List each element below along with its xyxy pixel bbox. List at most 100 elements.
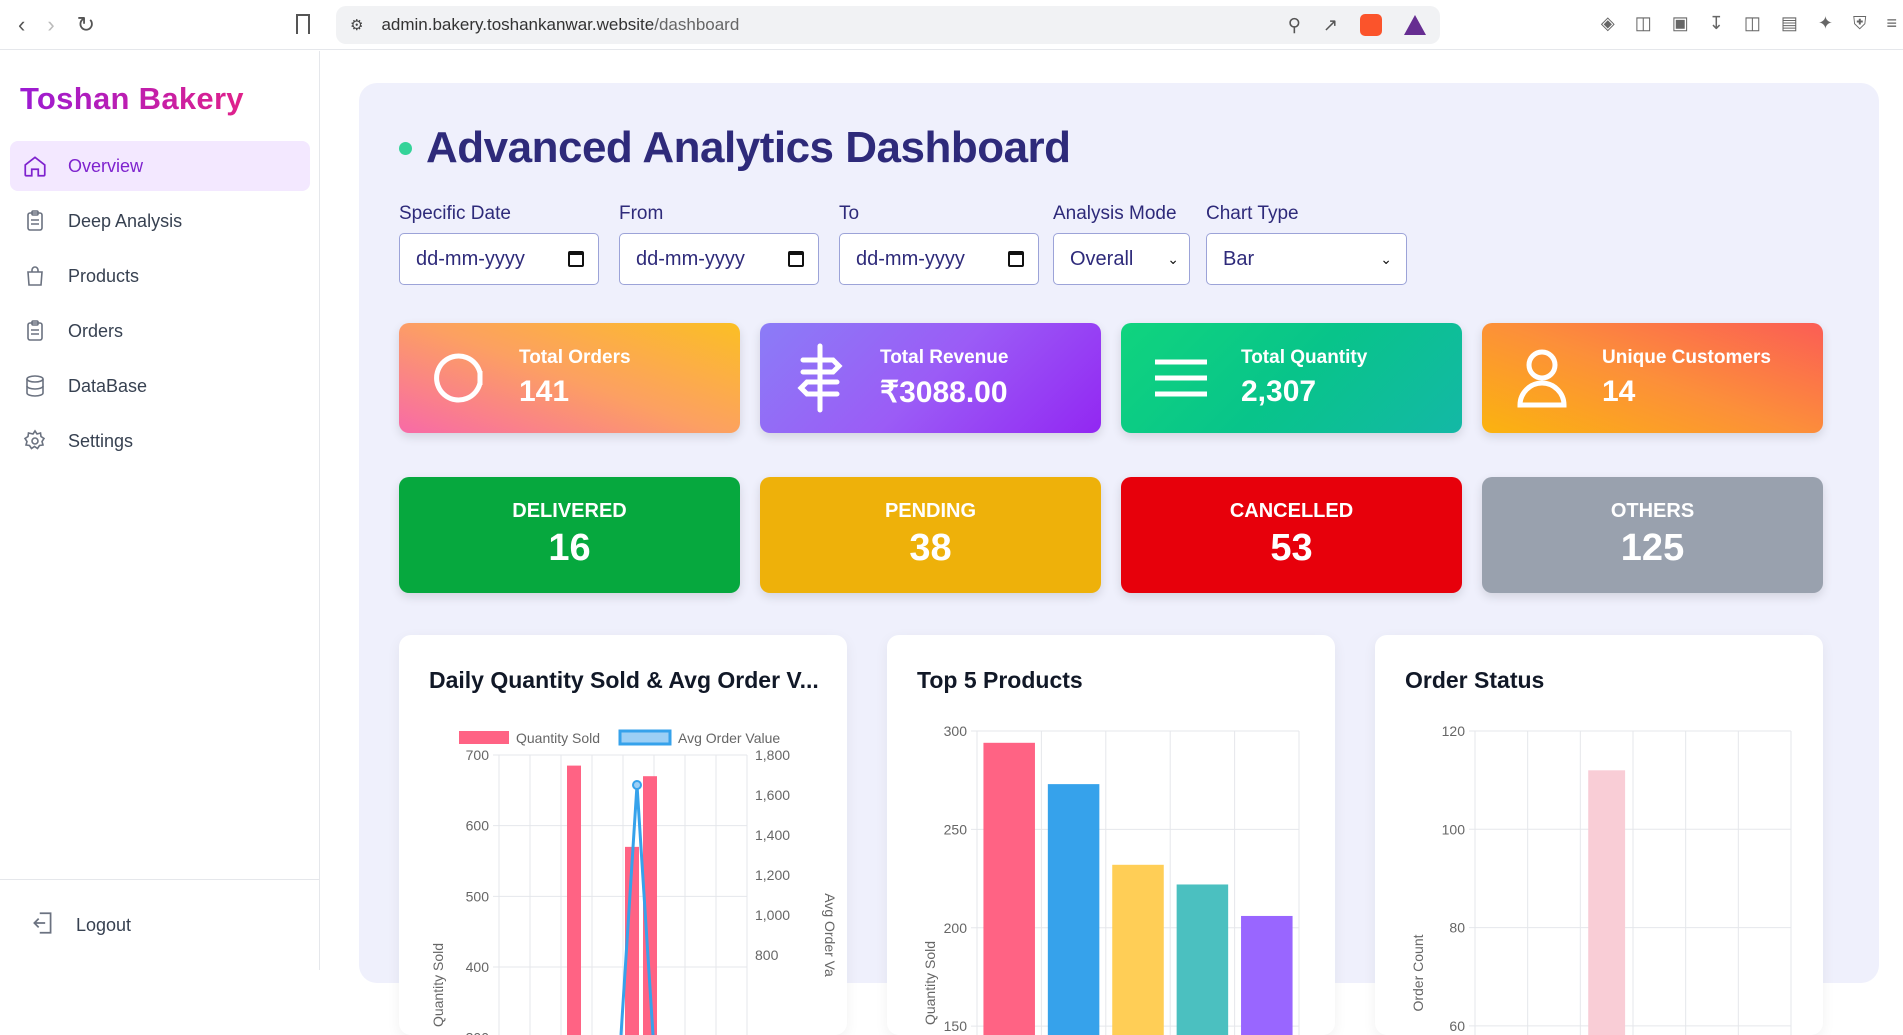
y2-axis-label: Avg Order Va — [822, 893, 838, 977]
status-label: PENDING — [884, 500, 977, 522]
url-host: admin.bakery.toshankanwar.website — [381, 15, 655, 34]
database-icon — [22, 373, 48, 399]
sidebar: Toshan Bakery Overview Deep Analysis Pro… — [0, 51, 320, 970]
to-date-input[interactable]: dd-mm-yyyy — [839, 233, 1039, 285]
chevron-down-icon: ⌄ — [1380, 250, 1392, 267]
y-tick-label: 700 — [466, 747, 490, 763]
y-tick-label: 600 — [466, 818, 490, 834]
chart-type-value: Bar — [1223, 247, 1255, 270]
analysis-mode-select[interactable]: Overall ⌄ — [1053, 233, 1190, 285]
gear-icon — [22, 428, 48, 454]
y-axis-label: Quantity Sold — [430, 943, 446, 1027]
sidebar-item-settings[interactable]: Settings — [10, 416, 310, 466]
calendar-icon[interactable] — [568, 251, 584, 267]
analysis-mode-value: Overall — [1070, 247, 1134, 270]
y-axis-label: Order Count — [1410, 934, 1426, 1011]
top-products-chart: 300 250 200 150 Quantity Sold — [922, 723, 1300, 1035]
date-placeholder: dd-mm-yyyy — [416, 247, 525, 270]
vpn-icon[interactable]: ⛨ — [1853, 14, 1867, 32]
legend-swatch — [618, 729, 672, 746]
circle-icon — [399, 347, 519, 409]
translate-icon[interactable]: ◈ — [1601, 14, 1615, 32]
bar — [1047, 784, 1100, 1035]
sidebar-item-orders[interactable]: Orders — [10, 306, 310, 356]
sidebar-menu: Overview Deep Analysis Products Orders D… — [10, 141, 310, 471]
status-card-others: OTHERS 125 — [1482, 477, 1823, 593]
url-path: /dashboard — [654, 15, 740, 34]
dashboard-panel: Advanced Analytics Dashboard Specific Da… — [359, 83, 1879, 1035]
stat-card-total-revenue: Total Revenue ₹3088.00 — [760, 323, 1101, 433]
status-card-pending: PENDING 38 — [760, 477, 1101, 593]
chart-card-top-products: Top 5 Products 300 250 200 150 Quantity Sold — [887, 635, 1335, 1035]
stat-label: Unique Customers — [1602, 347, 1771, 368]
site-settings-icon[interactable]: ⚙ — [350, 16, 363, 34]
extensions-icon[interactable]: ◫ — [1635, 14, 1652, 32]
sidebar-item-label: DataBase — [68, 375, 148, 396]
analysis-mode-filter: Analysis Mode Overall ⌄ — [1053, 203, 1190, 285]
y2-tick-label: 1,400 — [755, 827, 790, 843]
status-card-delivered: DELIVERED 16 — [399, 477, 740, 593]
y2-tick-label: 800 — [755, 947, 779, 963]
address-bar[interactable]: ⚙ admin.bakery.toshankanwar.website/dash… — [336, 6, 1440, 44]
to-filter: To dd-mm-yyyy — [839, 203, 1039, 285]
user-icon — [1482, 347, 1602, 409]
share-icon[interactable]: ↗ — [1323, 15, 1338, 36]
url-text[interactable]: admin.bakery.toshankanwar.website/dashbo… — [381, 15, 739, 35]
key-icon[interactable]: ⚲ — [1288, 15, 1301, 36]
y2-tick-label: 1,600 — [755, 787, 790, 803]
brave-shields-icon[interactable] — [1360, 14, 1382, 36]
address-bar-icons: ⚲ ↗ — [1288, 14, 1426, 36]
page-title: Advanced Analytics Dashboard — [399, 123, 1071, 173]
y-tick-label: 150 — [944, 1018, 968, 1034]
y-tick-label: 300 — [944, 723, 968, 739]
sidebar-item-products[interactable]: Products — [10, 251, 310, 301]
home-icon — [22, 153, 48, 179]
y-tick-label: 500 — [466, 888, 490, 904]
leo-ai-icon[interactable]: ✦ — [1818, 14, 1833, 32]
status-dot — [399, 141, 412, 155]
sidebar-item-overview[interactable]: Overview — [10, 141, 310, 191]
stat-card-total-quantity: Total Quantity 2,307 — [1121, 323, 1462, 433]
stat-cards: Total Orders 141 Total Revenue ₹3088.00 To… — [399, 323, 1823, 433]
back-icon[interactable]: ‹ — [18, 13, 25, 36]
analysis-mode-label: Analysis Mode — [1053, 203, 1177, 224]
brand-logo[interactable]: Toshan Bakery — [20, 81, 244, 117]
stat-card-unique-customers: Unique Customers 14 — [1482, 323, 1823, 433]
chart-card-order-status: Order Status 120 100 80 60 Order Count — [1375, 635, 1823, 1035]
date-placeholder: dd-mm-yyyy — [636, 247, 745, 270]
stat-label: Total Orders — [519, 347, 631, 368]
sidebar-toggle-icon[interactable]: ◫ — [1744, 14, 1761, 32]
y-tick-label: 100 — [1442, 821, 1466, 837]
status-label: OTHERS — [1610, 500, 1695, 522]
from-date-input[interactable]: dd-mm-yyyy — [619, 233, 819, 285]
brave-rewards-icon[interactable] — [1404, 15, 1426, 35]
sidebar-item-database[interactable]: DataBase — [10, 361, 310, 411]
reload-icon[interactable]: ↻ — [77, 13, 95, 36]
menu-icon[interactable]: ≡ — [1886, 14, 1897, 32]
chevron-down-icon: ⌄ — [1167, 250, 1179, 267]
stat-card-total-orders: Total Orders 141 — [399, 323, 740, 433]
calendar-icon[interactable] — [1008, 251, 1024, 267]
logout-label: Logout — [76, 914, 132, 935]
stat-value: 141 — [519, 375, 570, 408]
sidebar-item-label: Overview — [68, 155, 144, 176]
calendar-icon[interactable] — [788, 251, 804, 267]
clipboard-icon — [22, 208, 48, 234]
sidebar-item-deep-analysis[interactable]: Deep Analysis — [10, 196, 310, 246]
download-icon[interactable]: ↧ — [1709, 14, 1724, 32]
status-label: DELIVERED — [512, 500, 627, 522]
screenshot-icon[interactable]: ▣ — [1672, 14, 1689, 32]
bar — [1176, 884, 1229, 1035]
wallet-icon[interactable]: ▤ — [1781, 14, 1798, 32]
bookmark-icon[interactable] — [296, 14, 310, 34]
to-label: To — [839, 203, 860, 224]
signpost-icon — [760, 342, 880, 414]
logout-button[interactable]: Logout — [0, 879, 319, 970]
chart-type-select[interactable]: Bar ⌄ — [1206, 233, 1407, 285]
browser-toolbar: ‹ › ↻ ⚙ admin.bakery.toshankanwar.websit… — [0, 0, 1903, 50]
y-tick-label: 250 — [944, 821, 968, 837]
legend-label: Quantity Sold — [516, 730, 600, 746]
shopping-bag-icon — [22, 263, 48, 289]
specific-date-input[interactable]: dd-mm-yyyy — [399, 233, 599, 285]
forward-icon[interactable]: › — [47, 13, 54, 36]
